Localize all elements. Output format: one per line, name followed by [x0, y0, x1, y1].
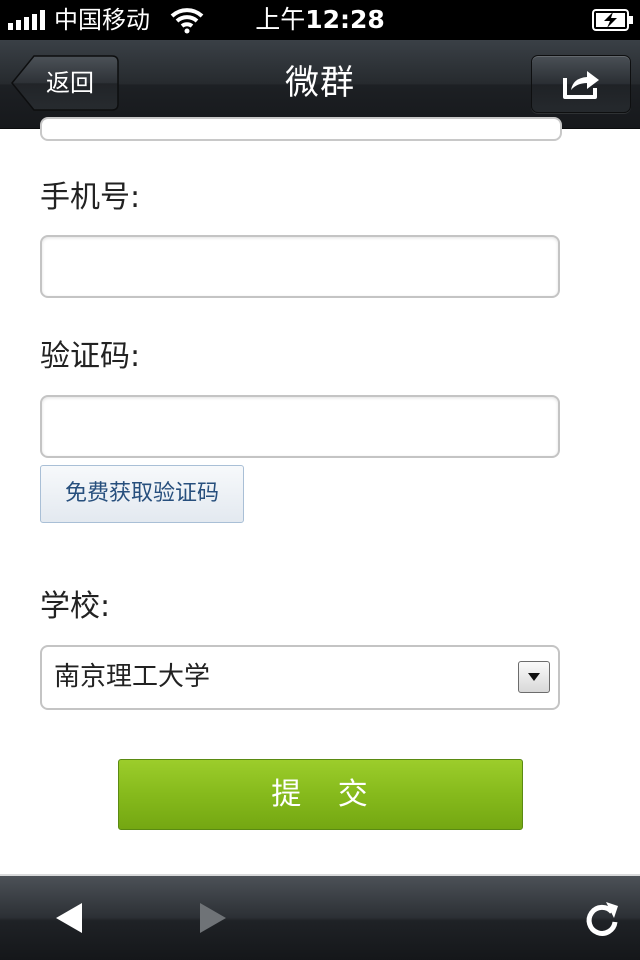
school-select[interactable]: 南京理工大学 [40, 645, 560, 710]
clock-time: 12:28 [305, 5, 385, 34]
status-clock: 上午12:28 [0, 4, 640, 36]
school-label: 学校: [40, 589, 111, 624]
clock-period: 上午 [255, 5, 306, 34]
previous-input-field[interactable] [40, 117, 562, 141]
form-content: 手机号: 验证码: 免费获取验证码 学校: 南京理工大学 提 交 [0, 117, 640, 874]
get-verification-code-button[interactable]: 免费获取验证码 [40, 465, 244, 523]
back-arrow-icon[interactable] [48, 896, 92, 940]
share-icon [563, 71, 599, 99]
phone-input[interactable] [40, 235, 560, 298]
phone-label: 手机号: [40, 180, 141, 215]
caret-down-icon [528, 673, 540, 681]
verification-code-input[interactable] [40, 395, 560, 458]
back-button[interactable]: 返回 [10, 54, 120, 112]
page-title: 微群 [285, 63, 355, 103]
forward-arrow-icon[interactable] [190, 896, 234, 940]
back-button-label: 返回 [46, 69, 94, 97]
verification-code-label: 验证码: [40, 339, 141, 374]
battery-charging-icon [592, 9, 633, 31]
refresh-icon[interactable] [580, 898, 624, 942]
dropdown-arrow-icon[interactable] [518, 661, 550, 693]
page: 中国移动 上午12:28 返回 微群 手机号: 验证码: 免费获取验证码 学校:… [0, 0, 640, 960]
school-selected-value: 南京理工大学 [54, 662, 211, 692]
navigation-bar: 返回 微群 [0, 40, 640, 129]
status-bar: 中国移动 上午12:28 [0, 0, 640, 40]
browser-toolbar [0, 874, 640, 960]
submit-button[interactable]: 提 交 [118, 759, 523, 830]
share-button[interactable] [531, 55, 631, 113]
